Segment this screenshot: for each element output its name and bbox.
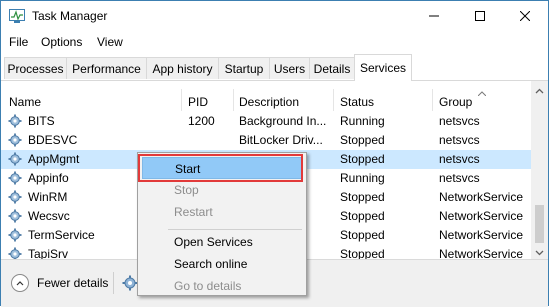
service-gear-icon (8, 228, 22, 242)
tab-startup[interactable]: Startup (218, 57, 270, 79)
minimize-button[interactable] (411, 1, 457, 31)
vertical-scrollbar[interactable] (531, 81, 548, 259)
cell-group: NetworkService (439, 209, 524, 223)
service-gear-icon (8, 114, 22, 128)
cell-group: netsvcs (439, 133, 480, 147)
context-menu-stop: Stop (142, 179, 302, 201)
scroll-thumb[interactable] (535, 205, 544, 243)
context-menu-restart-label: Restart (174, 205, 213, 219)
cell-name: BITS (28, 114, 55, 128)
context-menu-go-to-details: Go to details (142, 275, 302, 297)
close-button[interactable] (502, 1, 548, 31)
cell-status: Stopped (340, 133, 385, 147)
context-menu-search-online-label: Search online (174, 257, 248, 271)
context-menu-stop-label: Stop (174, 183, 199, 197)
cell-description: Background In... (239, 114, 327, 128)
context-menu-go-to-details-label: Go to details (174, 279, 242, 293)
sort-ascending-icon (477, 85, 487, 99)
title-bar[interactable]: Task Manager (1, 1, 548, 31)
fewer-details-button[interactable] (11, 274, 29, 292)
tab-details[interactable]: Details (309, 57, 355, 79)
cell-status: Stopped (340, 190, 385, 204)
tab-strip: Processes Performance App history Startu… (1, 53, 548, 81)
tab-services[interactable]: Services (354, 54, 412, 81)
menu-file[interactable]: File (9, 35, 28, 49)
maximize-button[interactable] (457, 1, 503, 31)
chevron-up-icon (16, 281, 24, 286)
minimize-icon (429, 15, 439, 17)
column-divider[interactable] (333, 89, 334, 111)
context-menu-separator (168, 229, 302, 230)
table-row[interactable]: BITS 1200 Background In... Running netsvcs (1, 112, 531, 131)
window-title: Task Manager (32, 9, 108, 23)
column-header-description[interactable]: Description (239, 81, 331, 111)
service-gear-icon (8, 171, 22, 185)
cell-description: BitLocker Driv... (239, 133, 323, 147)
cell-group: netsvcs (439, 171, 480, 185)
column-divider[interactable] (181, 89, 182, 111)
cell-status: Running (340, 171, 385, 185)
cell-status: Running (340, 114, 385, 128)
table-row[interactable]: BDESVC BitLocker Driv... Stopped netsvcs (1, 131, 531, 150)
tab-app-history[interactable]: App history (146, 57, 219, 79)
service-gear-icon (8, 133, 22, 147)
menu-view[interactable]: View (97, 35, 123, 49)
service-gear-icon (8, 152, 22, 166)
context-menu-restart: Restart (142, 201, 302, 223)
open-services-gear-icon[interactable] (122, 275, 138, 294)
menu-options[interactable]: Options (41, 35, 82, 49)
context-menu: Start Stop Restart Open Services Search … (137, 152, 307, 296)
column-divider[interactable] (432, 89, 433, 111)
context-menu-start[interactable]: Start (142, 157, 302, 179)
column-header-status[interactable]: Status (340, 81, 430, 111)
scroll-up-icon[interactable] (535, 85, 544, 94)
close-icon (520, 11, 530, 21)
service-gear-icon (8, 209, 22, 223)
cell-pid: 1200 (188, 114, 215, 128)
scroll-down-icon[interactable] (535, 246, 544, 256)
service-gear-icon (8, 247, 22, 259)
tab-users[interactable]: Users (269, 57, 310, 79)
column-header-name[interactable]: Name (9, 81, 179, 111)
cell-group: NetworkService (439, 247, 524, 259)
task-manager-app-icon (9, 9, 25, 23)
service-gear-icon (8, 190, 22, 204)
cell-status: Stopped (340, 152, 385, 166)
column-header-pid[interactable]: PID (188, 81, 230, 111)
cell-status: Stopped (340, 247, 385, 259)
footer-divider (113, 272, 114, 294)
context-menu-search-online[interactable]: Search online (142, 253, 302, 275)
cell-name: BDESVC (28, 133, 78, 147)
fewer-details-link[interactable]: Fewer details (37, 276, 108, 290)
column-divider[interactable] (233, 89, 234, 111)
context-menu-start-label: Start (175, 162, 201, 176)
tab-processes[interactable]: Processes (4, 57, 67, 79)
menu-bar: File Options View (1, 31, 548, 53)
cell-status: Stopped (340, 228, 385, 242)
maximize-icon (475, 11, 485, 21)
tab-performance[interactable]: Performance (66, 57, 147, 79)
cell-group: netsvcs (439, 114, 480, 128)
context-menu-open-services-label: Open Services (174, 235, 253, 249)
cell-status: Stopped (340, 209, 385, 223)
cell-group: NetworkService (439, 190, 524, 204)
cell-group: NetworkService (439, 228, 524, 242)
cell-group: netsvcs (439, 152, 480, 166)
context-menu-open-services[interactable]: Open Services (142, 231, 302, 253)
